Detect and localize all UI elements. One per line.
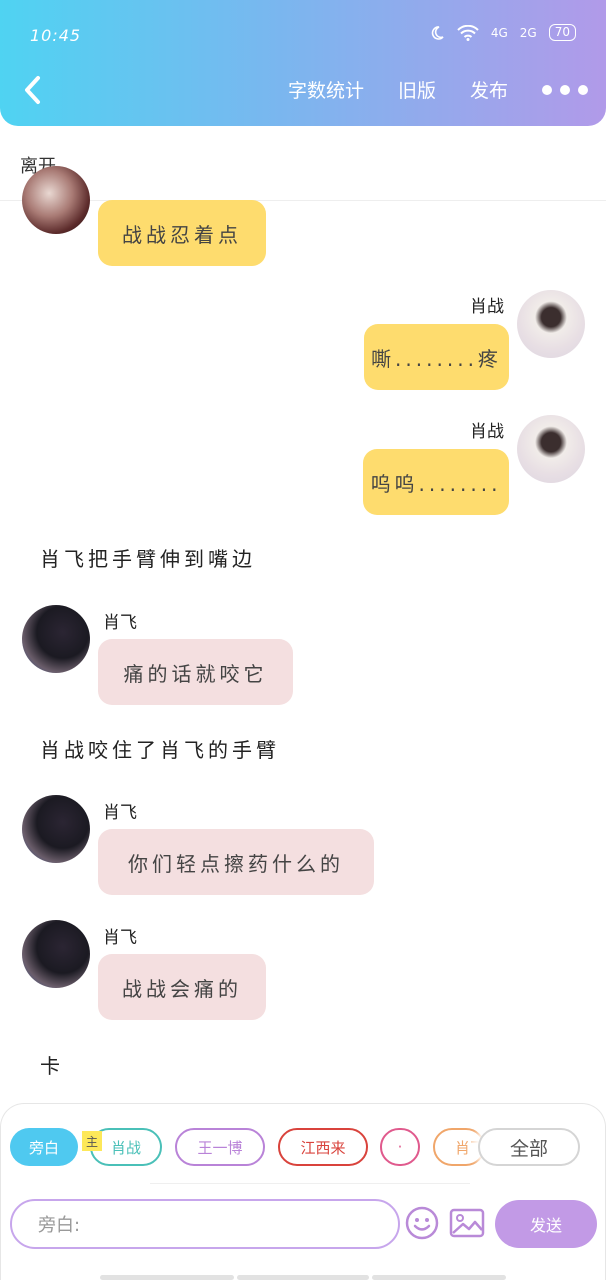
more-icon[interactable] (542, 84, 588, 95)
signal-2g-icon: 2G (519, 25, 537, 40)
role-chip-narration[interactable]: 旁白 (10, 1128, 78, 1166)
avatar[interactable] (517, 415, 585, 483)
sender-name: 肖战 (470, 297, 504, 317)
message-bubble: 你们轻点擦药什么的 (98, 829, 374, 895)
avatar[interactable] (517, 290, 585, 358)
old-version-button[interactable]: 旧版 (398, 76, 436, 103)
narration-text: 卡 (40, 1054, 64, 1078)
role-chip-dot[interactable]: · (380, 1128, 420, 1166)
moon-icon (431, 25, 444, 40)
avatar[interactable] (22, 795, 90, 863)
status-icons: 4G 2G 70 (429, 24, 576, 41)
status-time: 10:45 (30, 26, 82, 45)
word-count-button[interactable]: 字数统计 (288, 76, 364, 103)
avatar[interactable] (22, 605, 90, 673)
message-bubble: 战战会痛的 (98, 954, 266, 1020)
role-chip-all[interactable]: 全部 (478, 1128, 580, 1166)
message-input[interactable]: 旁白: (10, 1199, 400, 1249)
narration-text: 肖飞把手臂伸到嘴边 (40, 547, 256, 571)
image-icon[interactable] (449, 1207, 485, 1239)
nav-bar-indicator (372, 1275, 506, 1280)
avatar[interactable] (22, 920, 90, 988)
signal-4g-icon: 4G (490, 25, 508, 40)
host-badge: 主 (82, 1131, 102, 1151)
sender-name: 肖飞 (103, 613, 137, 633)
back-arrow-icon[interactable] (18, 72, 48, 108)
wifi-icon (457, 24, 479, 41)
message-bubble: 嘶........疼 (364, 324, 509, 390)
narration-text: 肖战咬住了肖飞的手臂 (40, 738, 280, 762)
message-bubble: 痛的话就咬它 (98, 639, 293, 705)
role-chip-jiang-xi-lai[interactable]: 江西来 (278, 1128, 368, 1166)
header-bar: 10:45 4G 2G 70 字数统计 旧版 发布 (0, 0, 606, 126)
message-bubble: 战战忍着点 (98, 200, 266, 266)
sender-name: 肖战 (470, 422, 504, 442)
avatar[interactable] (22, 166, 90, 234)
send-button[interactable]: 发送 (495, 1200, 597, 1248)
message-bubble: 呜呜........ (363, 449, 509, 515)
nav-bar-indicator (100, 1275, 234, 1280)
divider (0, 200, 606, 201)
battery-icon: 70 (548, 24, 576, 41)
emoji-icon[interactable] (405, 1206, 439, 1240)
chat-page: 10:45 4G 2G 70 字数统计 旧版 发布 离开 战战忍着点 肖战 嘶.… (0, 0, 606, 1280)
publish-button[interactable]: 发布 (470, 76, 508, 103)
nav-actions: 字数统计 旧版 发布 (288, 76, 588, 103)
sender-name: 肖飞 (103, 803, 137, 823)
sender-name: 肖飞 (103, 928, 137, 948)
divider (150, 1183, 470, 1184)
role-chip-wang-yibo[interactable]: 王一博 (175, 1128, 265, 1166)
nav-bar-indicator (237, 1275, 369, 1280)
